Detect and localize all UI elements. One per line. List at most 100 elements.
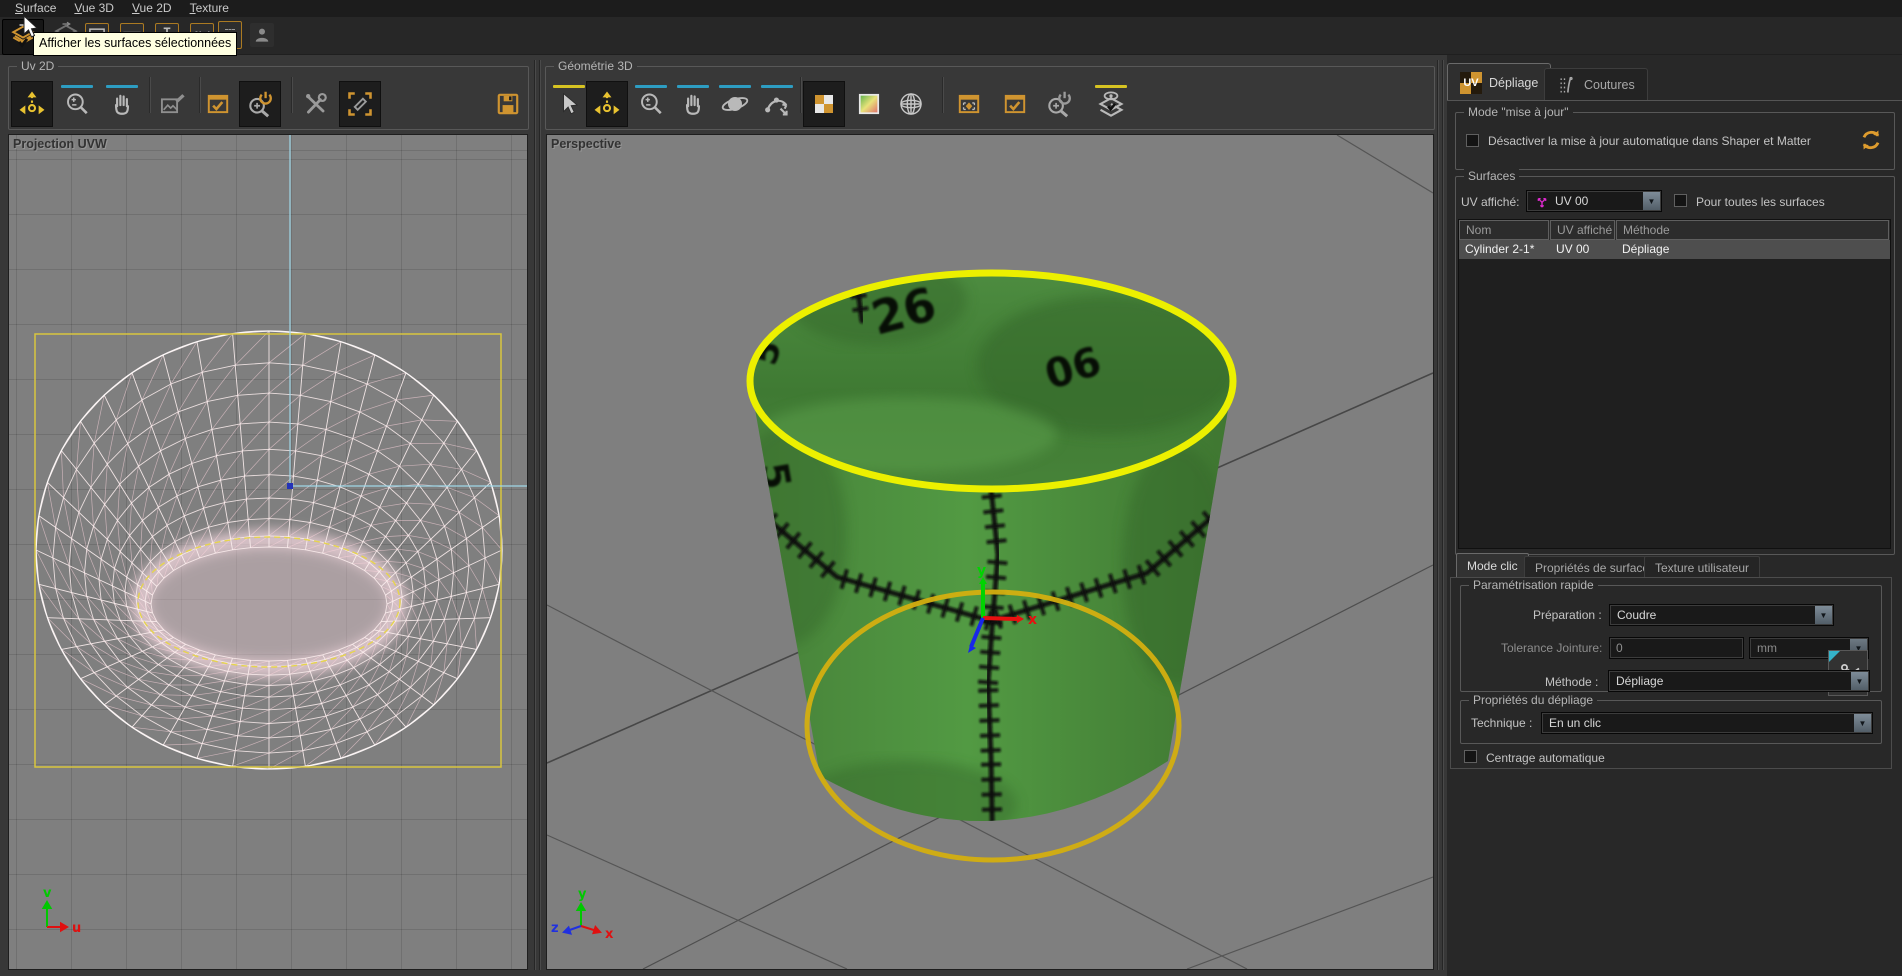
uv-validate-button[interactable] bbox=[197, 81, 239, 127]
uv-display-label: UV affiché: bbox=[1461, 195, 1519, 209]
chevron-down-icon: ▼ bbox=[1851, 672, 1868, 690]
geo-window-diamond-button[interactable] bbox=[948, 81, 990, 127]
geo3d-toolbar-group: Géométrie 3D bbox=[545, 66, 1435, 130]
tab-mode-clic-label: Mode clic bbox=[1467, 559, 1518, 573]
uv-pan-tool-button[interactable] bbox=[101, 81, 143, 127]
all-surfaces-checkbox[interactable] bbox=[1674, 194, 1687, 207]
technique-label: Technique : bbox=[1471, 716, 1532, 730]
preparation-label: Préparation : bbox=[1533, 608, 1602, 622]
geo-zoom-selected-button[interactable] bbox=[1038, 81, 1080, 127]
axis-z-label: z bbox=[551, 921, 559, 936]
svg-text:y: y bbox=[977, 563, 986, 579]
geo-orbit-tool-button[interactable] bbox=[714, 81, 756, 127]
cyan-indicator bbox=[635, 85, 667, 88]
table-row[interactable]: Cylinder 2-1* UV 00 Dépliage bbox=[1459, 240, 1890, 259]
tab-proprietes-surface[interactable]: Propriétés de surface bbox=[1524, 556, 1660, 578]
geo-checker-display-button[interactable] bbox=[803, 81, 845, 127]
uv-viewport-label: Projection UVW bbox=[13, 137, 107, 151]
orbit-tool-icon bbox=[721, 90, 749, 118]
mouse-cursor bbox=[22, 15, 42, 41]
geo-camera-path-button[interactable] bbox=[756, 81, 798, 127]
world-axis-gizmo: y x z bbox=[547, 880, 637, 950]
update-mode-group: Mode "mise à jour" Désactiver la mise à … bbox=[1455, 112, 1895, 170]
column-header-uv[interactable]: UV affiché bbox=[1550, 220, 1615, 240]
geo-gradient-display-button[interactable] bbox=[848, 81, 890, 127]
surfaces-table[interactable]: Nom UV affiché Méthode Cylinder 2-1* UV … bbox=[1458, 219, 1891, 549]
uv2d-toolbar-group: Uv 2D bbox=[8, 66, 529, 130]
geo-select-tool-button[interactable] bbox=[548, 81, 590, 127]
tolerance-unit-value: mm bbox=[1757, 641, 1777, 655]
chevron-down-icon: ▼ bbox=[1815, 606, 1832, 624]
cyan-indicator bbox=[677, 85, 709, 88]
sync-icon[interactable] bbox=[1858, 127, 1884, 153]
tab-coutures[interactable]: Coutures bbox=[1544, 68, 1648, 101]
uv-move-tool-button[interactable] bbox=[11, 81, 53, 127]
uv-save-button[interactable] bbox=[487, 81, 529, 127]
menu-vue-3d[interactable]: Vue 3D bbox=[65, 0, 123, 17]
methode-value: Dépliage bbox=[1616, 674, 1663, 688]
uv-display-icon bbox=[1534, 193, 1550, 209]
geo-pan-tool-button[interactable] bbox=[672, 81, 714, 127]
uv-display-dropdown[interactable]: UV 00 ▼ bbox=[1526, 190, 1662, 212]
uv-zoom-selected-button[interactable] bbox=[239, 81, 281, 127]
methode-dropdown[interactable]: Dépliage ▼ bbox=[1608, 670, 1870, 692]
centering-checkbox[interactable] bbox=[1464, 750, 1477, 763]
zoom-power-icon bbox=[1045, 90, 1073, 118]
tab-coutures-label: Coutures bbox=[1584, 78, 1635, 92]
methode-label: Méthode : bbox=[1545, 675, 1598, 689]
uv-zoom-tool-button[interactable] bbox=[56, 81, 98, 127]
column-header-nom[interactable]: Nom bbox=[1459, 220, 1549, 240]
technique-dropdown[interactable]: En un clic ▼ bbox=[1541, 712, 1873, 734]
centering-label: Centrage automatique bbox=[1486, 751, 1605, 765]
quick-param-title: Paramétrisation rapide bbox=[1469, 578, 1598, 592]
chevron-down-icon: ▼ bbox=[1854, 714, 1871, 732]
uv-checker-icon: UV bbox=[1460, 72, 1482, 94]
technique-value: En un clic bbox=[1549, 716, 1601, 730]
uv-texture-paint-button[interactable] bbox=[152, 81, 194, 127]
tab-mode-clic[interactable]: Mode clic bbox=[1456, 553, 1529, 578]
preparation-dropdown[interactable]: Coudre ▼ bbox=[1609, 604, 1834, 626]
geo-zoom-tool-button[interactable] bbox=[630, 81, 672, 127]
user-button[interactable] bbox=[250, 23, 274, 47]
svg-text:x: x bbox=[1028, 612, 1037, 628]
tab-texture-utilisateur[interactable]: Texture utilisateur bbox=[1644, 556, 1760, 578]
window-check-icon bbox=[1002, 91, 1028, 117]
uv-viewport[interactable]: Projection UVW v u bbox=[8, 134, 528, 970]
tolerance-label: Tolerance Jointure: bbox=[1501, 641, 1602, 655]
window-diamond-icon bbox=[956, 91, 982, 117]
geo-window-check-button[interactable] bbox=[994, 81, 1036, 127]
select-tool-icon bbox=[556, 91, 582, 117]
column-header-methode[interactable]: Méthode bbox=[1616, 220, 1889, 240]
splitter-left[interactable] bbox=[532, 60, 544, 970]
separator bbox=[800, 77, 802, 113]
tab-texture-utilisateur-label: Texture utilisateur bbox=[1655, 561, 1749, 575]
geo-wireframe-display-button[interactable] bbox=[890, 81, 932, 127]
tolerance-input[interactable]: 0 bbox=[1609, 637, 1744, 659]
zoom-power-icon bbox=[246, 90, 274, 118]
preparation-value: Coudre bbox=[1617, 608, 1656, 622]
axis-x-label: x bbox=[605, 927, 614, 942]
uv2d-group-title: Uv 2D bbox=[17, 59, 58, 73]
seams-icon bbox=[1557, 75, 1577, 95]
save-icon bbox=[495, 91, 521, 117]
surfaces-title: Surfaces bbox=[1464, 169, 1519, 183]
pan-tool-icon bbox=[109, 91, 135, 117]
menu-texture[interactable]: Texture bbox=[181, 0, 238, 17]
splitter-right[interactable] bbox=[1435, 60, 1447, 970]
perspective-viewport[interactable]: 269055690yx Perspective y x z bbox=[546, 134, 1434, 970]
tab-depliage[interactable]: UV Dépliage bbox=[1447, 63, 1551, 101]
divider bbox=[1447, 100, 1902, 101]
geo-show-surfaces-button[interactable] bbox=[1090, 81, 1132, 127]
validate-icon bbox=[205, 91, 231, 117]
cyan-indicator bbox=[719, 85, 751, 88]
unfold-props-title: Propriétés du dépliage bbox=[1469, 693, 1597, 707]
menu-bar: Surface Vue 3D Vue 2D Texture bbox=[0, 0, 1902, 17]
uv-tools-button[interactable] bbox=[295, 81, 337, 127]
uv-transform-frame-button[interactable] bbox=[339, 81, 381, 127]
main-toolbar: 0bd 10 bbox=[0, 17, 1902, 55]
geo-move-tool-button[interactable] bbox=[586, 81, 628, 127]
menu-vue-2d[interactable]: Vue 2D bbox=[123, 0, 181, 17]
disable-auto-update-label: Désactiver la mise à jour automatique da… bbox=[1488, 134, 1811, 148]
disable-auto-update-checkbox[interactable] bbox=[1466, 134, 1479, 147]
uv-display-value: UV 00 bbox=[1555, 194, 1588, 208]
